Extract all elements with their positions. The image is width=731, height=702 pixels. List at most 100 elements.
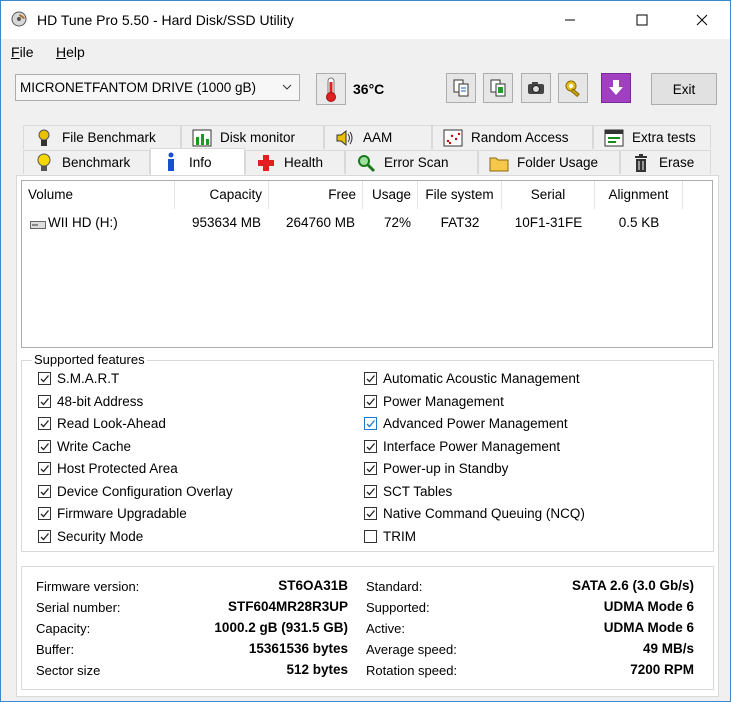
feature-label: Security Mode bbox=[57, 528, 144, 544]
tab-folder-usage[interactable]: Folder Usage bbox=[478, 150, 620, 174]
column-header-file-system[interactable]: File system bbox=[418, 181, 502, 209]
copy-all-button[interactable] bbox=[483, 73, 513, 103]
volume-list[interactable]: Volume Capacity Free Usage File system S… bbox=[21, 180, 713, 348]
info-value: ST6OA31B bbox=[278, 578, 348, 593]
drive-select[interactable]: MICRONETFANTOM DRIVE (1000 gB) bbox=[15, 74, 300, 101]
menu-file[interactable]: File bbox=[11, 44, 34, 60]
column-header-serial[interactable]: Serial bbox=[502, 181, 595, 209]
checkbox-checked-icon[interactable] bbox=[38, 462, 51, 475]
tab-file-benchmark[interactable]: File Benchmark bbox=[23, 125, 181, 149]
column-header-volume[interactable]: Volume bbox=[22, 181, 175, 209]
copy-info-button[interactable] bbox=[446, 73, 476, 103]
tab-aam[interactable]: AAM bbox=[324, 125, 432, 149]
drive-select-value: MICRONETFANTOM DRIVE (1000 gB) bbox=[20, 80, 257, 95]
feature-checkbox[interactable]: Write Cache bbox=[38, 439, 131, 454]
info-value: 7200 RPM bbox=[630, 662, 694, 677]
volume-file-system: FAT32 bbox=[440, 215, 480, 230]
tab-extra-tests[interactable]: Extra tests bbox=[593, 125, 711, 149]
checkbox-checked-icon[interactable] bbox=[38, 394, 51, 408]
feature-label: Read Look-Ahead bbox=[57, 416, 166, 431]
save-download-button[interactable] bbox=[601, 73, 631, 103]
feature-checkbox[interactable]: SCT Tables bbox=[364, 484, 452, 499]
checkbox-checked-icon[interactable] bbox=[364, 439, 377, 453]
extra-tests-icon bbox=[604, 129, 624, 146]
feature-checkbox[interactable]: TRIM bbox=[364, 529, 416, 544]
tab-error-scan[interactable]: Error Scan bbox=[345, 150, 478, 174]
tab-label: Info bbox=[189, 154, 212, 170]
tab-benchmark[interactable]: Benchmark bbox=[23, 150, 150, 174]
column-header-usage[interactable]: Usage bbox=[363, 181, 418, 209]
tab-label: Random Access bbox=[471, 130, 569, 145]
maximize-button[interactable] bbox=[619, 1, 665, 39]
checkbox-checked-icon[interactable] bbox=[364, 417, 377, 430]
tab-label: Error Scan bbox=[384, 155, 449, 170]
feature-label: Interface Power Management bbox=[383, 438, 561, 454]
info-label: Serial number: bbox=[36, 600, 121, 615]
tab-disk-monitor[interactable]: Disk monitor bbox=[181, 125, 324, 149]
feature-checkbox[interactable]: Firmware Upgradable bbox=[38, 506, 187, 521]
checkbox-checked-icon[interactable] bbox=[364, 507, 377, 520]
feature-checkbox[interactable]: 48-bit Address bbox=[38, 394, 143, 409]
feature-checkbox[interactable]: Host Protected Area bbox=[38, 461, 178, 476]
tab-random-access[interactable]: Random Access bbox=[432, 125, 593, 149]
checkbox-checked-icon[interactable] bbox=[38, 417, 51, 430]
feature-checkbox[interactable]: S.M.A.R.T bbox=[38, 371, 119, 386]
feature-checkbox[interactable]: Read Look-Ahead bbox=[38, 416, 166, 431]
disk-monitor-icon bbox=[192, 129, 212, 146]
info-label: Rotation speed: bbox=[366, 663, 458, 678]
feature-label: SCT Tables bbox=[383, 483, 453, 499]
volume-serial: 10F1-31FE bbox=[514, 215, 583, 230]
feature-checkbox[interactable]: Automatic Acoustic Management bbox=[364, 371, 580, 386]
app-window: HD Tune Pro 5.50 - Hard Disk/SSD Utility… bbox=[0, 0, 731, 702]
feature-checkbox[interactable]: Interface Power Management bbox=[364, 439, 560, 454]
column-header-alignment[interactable]: Alignment bbox=[595, 181, 683, 209]
thermometer-box bbox=[316, 73, 346, 105]
volume-alignment: 0.5 KB bbox=[618, 215, 660, 230]
tab-health[interactable]: Health bbox=[245, 150, 345, 174]
supported-features-group: Supported features S.M.A.R.T 48-bit Addre… bbox=[21, 352, 714, 552]
checkbox-checked-icon[interactable] bbox=[364, 484, 377, 498]
info-value: 512 bytes bbox=[286, 662, 348, 677]
menu-help[interactable]: Help bbox=[56, 44, 85, 60]
options-button[interactable] bbox=[558, 73, 588, 103]
speaker-icon bbox=[336, 129, 353, 146]
tab-label: Erase bbox=[659, 155, 695, 170]
checkbox-unchecked-icon[interactable] bbox=[364, 529, 377, 543]
checkbox-checked-icon[interactable] bbox=[364, 394, 377, 408]
feature-label: S.M.A.R.T bbox=[57, 371, 120, 386]
checkbox-checked-icon[interactable] bbox=[38, 507, 51, 520]
checkbox-checked-icon[interactable] bbox=[364, 462, 377, 475]
info-label: Active: bbox=[366, 621, 406, 636]
column-header-capacity[interactable]: Capacity bbox=[175, 181, 269, 209]
screenshot-button[interactable] bbox=[521, 73, 551, 103]
column-header-free[interactable]: Free bbox=[269, 181, 363, 209]
info-label: Sector size bbox=[36, 663, 101, 678]
feature-label: Native Command Queuing (NCQ) bbox=[383, 506, 585, 521]
tab-label: AAM bbox=[363, 130, 393, 145]
tab-label: Folder Usage bbox=[517, 155, 599, 170]
minimize-button[interactable] bbox=[547, 1, 593, 39]
exit-button[interactable]: Exit bbox=[651, 73, 717, 105]
checkbox-checked-icon[interactable] bbox=[38, 372, 51, 385]
checkbox-checked-icon[interactable] bbox=[38, 484, 51, 498]
feature-checkbox[interactable]: Device Configuration Overlay bbox=[38, 484, 233, 499]
checkbox-checked-icon[interactable] bbox=[38, 439, 51, 453]
chevron-down-icon bbox=[282, 84, 292, 90]
feature-checkbox[interactable]: Power Management bbox=[364, 394, 504, 409]
close-button[interactable] bbox=[679, 1, 725, 39]
feature-label: Device Configuration Overlay bbox=[57, 483, 233, 499]
info-value: UDMA Mode 6 bbox=[603, 599, 694, 614]
tab-erase[interactable]: Erase bbox=[620, 150, 711, 174]
feature-checkbox[interactable]: Native Command Queuing (NCQ) bbox=[364, 506, 585, 521]
checkbox-checked-icon[interactable] bbox=[364, 372, 377, 385]
feature-checkbox[interactable]: Advanced Power Management bbox=[364, 416, 568, 431]
checkbox-checked-icon[interactable] bbox=[38, 529, 51, 543]
info-value: SATA 2.6 (3.0 Gb/s) bbox=[571, 578, 694, 593]
info-panel: Volume Capacity Free Usage File system S… bbox=[16, 175, 719, 697]
feature-checkbox[interactable]: Security Mode bbox=[38, 529, 143, 544]
info-value: STF604MR28R3UP bbox=[227, 599, 348, 614]
volume-usage: 72% bbox=[383, 215, 411, 230]
feature-checkbox[interactable]: Power-up in Standby bbox=[364, 461, 508, 476]
tab-info[interactable]: Info bbox=[150, 148, 245, 175]
copy-document-icon bbox=[453, 79, 469, 97]
